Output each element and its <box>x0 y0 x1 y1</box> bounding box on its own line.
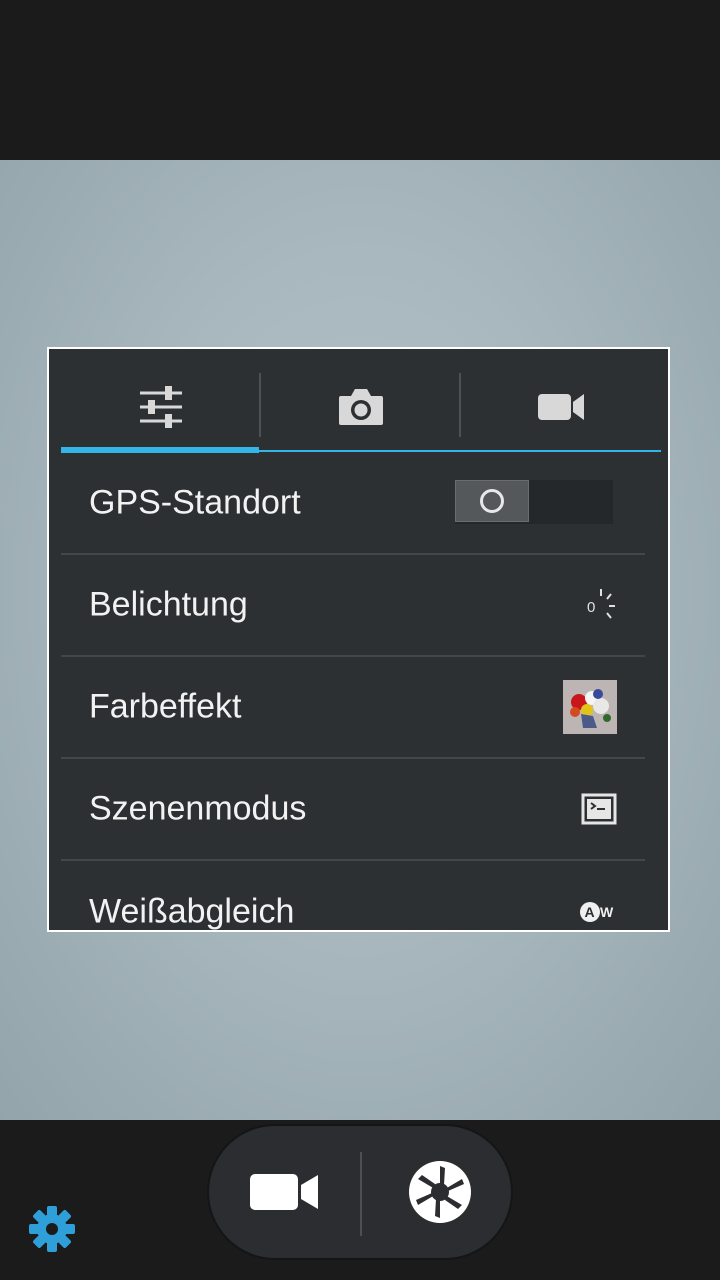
svg-text:W: W <box>600 904 614 920</box>
setting-label: Farbeffekt <box>89 687 242 726</box>
settings-list: GPS-Standort Belichtung 0 Farbeffekt Sze… <box>61 453 645 931</box>
svg-text:A: A <box>585 904 595 920</box>
capsule-separator <box>360 1152 362 1236</box>
color-effect-thumbnail <box>563 680 617 734</box>
tab-general-settings[interactable] <box>61 361 261 453</box>
video-camera-icon <box>538 394 584 420</box>
setting-gps-location[interactable]: GPS-Standort <box>61 453 645 555</box>
auto-white-balance-icon: A W <box>579 900 617 924</box>
video-record-button[interactable] <box>209 1126 359 1258</box>
settings-panel: GPS-Standort Belichtung 0 Farbeffekt Sze… <box>47 347 670 932</box>
settings-button[interactable] <box>26 1203 78 1255</box>
sliders-icon <box>140 386 182 428</box>
setting-exposure[interactable]: Belichtung 0 <box>61 555 645 657</box>
top-bar <box>0 0 720 160</box>
setting-label: Weißabgleich <box>89 892 295 931</box>
tab-camera-settings[interactable] <box>261 361 461 453</box>
shutter-icon <box>409 1161 471 1223</box>
setting-color-effect[interactable]: Farbeffekt <box>61 657 645 759</box>
setting-label: Belichtung <box>89 585 248 624</box>
gear-icon <box>29 1206 75 1252</box>
shutter-button[interactable] <box>365 1126 515 1258</box>
setting-label: Szenenmodus <box>89 789 307 828</box>
switch-thumb <box>455 480 529 522</box>
exposure-icon: 0 <box>585 587 617 623</box>
camera-icon <box>339 389 383 425</box>
settings-tabs <box>61 361 661 453</box>
setting-white-balance[interactable]: Weißabgleich A W <box>61 861 645 931</box>
gps-toggle-switch[interactable] <box>455 480 613 524</box>
capture-controls <box>207 1124 513 1260</box>
tab-video-settings[interactable] <box>461 361 661 453</box>
setting-label: GPS-Standort <box>89 483 301 522</box>
off-circle-icon <box>480 489 504 513</box>
video-camera-icon <box>250 1174 318 1210</box>
scene-mode-icon <box>581 793 617 825</box>
svg-text:0: 0 <box>587 599 595 616</box>
setting-scene-mode[interactable]: Szenenmodus <box>61 759 645 861</box>
